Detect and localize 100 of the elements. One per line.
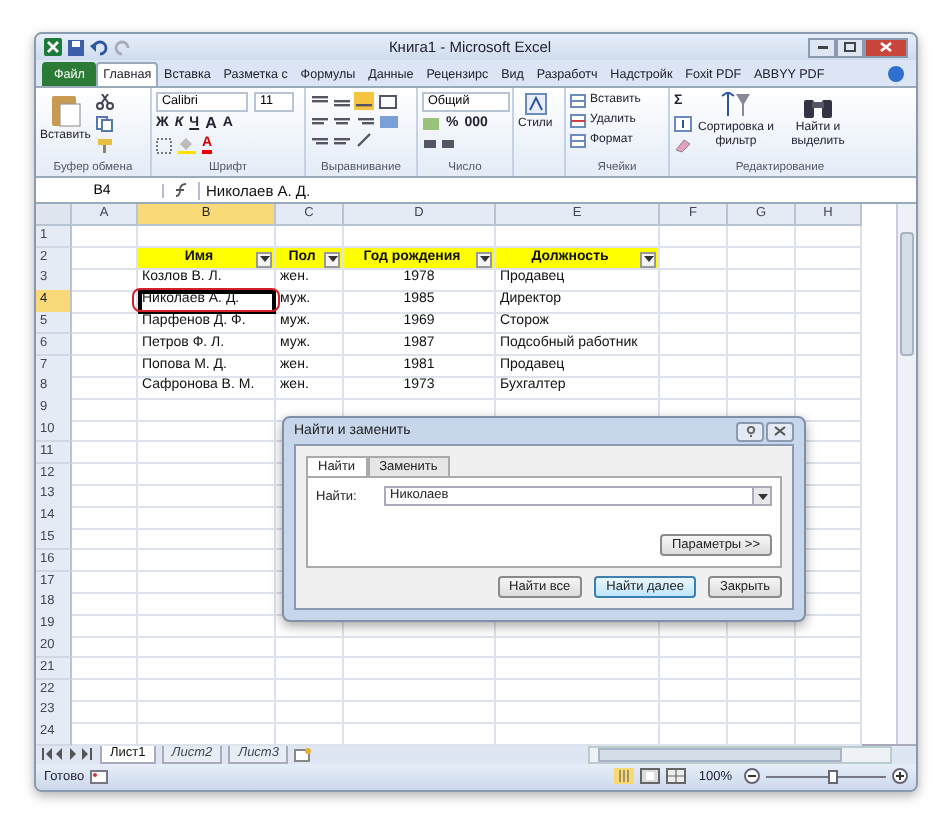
empty-cell <box>276 657 344 681</box>
empty-cell <box>138 592 276 616</box>
filter-dropdown-button[interactable] <box>256 251 272 268</box>
empty-cell <box>660 679 728 703</box>
filter-dropdown-button[interactable] <box>324 251 340 268</box>
empty-cell <box>728 333 796 357</box>
empty-cell <box>728 657 796 681</box>
empty-cell <box>138 700 276 724</box>
empty-cell <box>796 247 862 271</box>
minimize-button[interactable] <box>808 37 836 57</box>
function-icon[interactable] <box>172 182 190 198</box>
zoom-out-icon[interactable] <box>744 768 760 785</box>
decimal-places-icon[interactable] <box>422 136 458 152</box>
close-button[interactable] <box>766 421 794 441</box>
empty-cell <box>660 290 728 314</box>
caret-icon <box>259 256 269 263</box>
styles-icon <box>523 92 548 116</box>
horizontal-scrollbar[interactable] <box>588 745 892 764</box>
vertical-scrollbar[interactable] <box>896 204 916 744</box>
dropdown-arrow-icon[interactable] <box>757 493 767 499</box>
empty-cell <box>796 355 862 379</box>
empty-cell <box>728 311 796 335</box>
sort-filter-icon <box>720 92 752 120</box>
caret-icon <box>643 256 653 263</box>
empty-cell <box>138 463 276 487</box>
empty-cell <box>660 700 728 724</box>
filter-dropdown-button[interactable] <box>640 251 656 268</box>
empty-cell <box>138 657 276 681</box>
empty-cell <box>796 657 862 681</box>
empty-cell <box>660 333 728 357</box>
empty-cell <box>728 700 796 724</box>
empty-cell <box>660 225 728 249</box>
excel-logo-icon <box>44 38 62 56</box>
copy-icon[interactable] <box>96 116 115 132</box>
scissors-icon[interactable] <box>96 94 115 110</box>
save-icon[interactable] <box>68 39 84 55</box>
empty-cell <box>796 268 862 292</box>
close-button[interactable] <box>864 37 908 57</box>
sheet-navigation-icon[interactable] <box>42 748 94 761</box>
grow-font-button[interactable]: A <box>205 116 217 132</box>
cells-icon <box>570 113 586 127</box>
filter-dropdown-button[interactable] <box>476 251 492 268</box>
empty-cell <box>138 571 276 595</box>
empty-cell <box>796 290 862 314</box>
borders-icon[interactable] <box>156 137 172 153</box>
fill-down-icon[interactable] <box>674 116 692 132</box>
maximize-icon[interactable] <box>844 42 856 52</box>
macro-record-icon[interactable] <box>90 769 109 784</box>
empty-cell <box>276 700 344 724</box>
empty-cell <box>796 333 862 357</box>
empty-cell <box>138 398 276 422</box>
empty-cell <box>660 311 728 335</box>
empty-cell <box>728 635 796 659</box>
empty-cell <box>728 290 796 314</box>
help-button[interactable] <box>736 421 764 441</box>
maximize-button[interactable] <box>836 37 864 57</box>
empty-cell <box>138 441 276 465</box>
undo-icon[interactable] <box>90 39 108 55</box>
close-icon[interactable] <box>880 42 892 52</box>
empty-cell <box>728 268 796 292</box>
empty-cell <box>138 506 276 530</box>
empty-cell <box>796 635 862 659</box>
empty-cell <box>138 679 276 703</box>
help-icon[interactable] <box>888 66 904 82</box>
empty-cell <box>138 635 276 659</box>
help-icon <box>745 425 755 437</box>
cells-icon <box>570 133 586 147</box>
empty-cell <box>660 268 728 292</box>
empty-cell <box>796 311 862 335</box>
empty-cell <box>796 225 862 249</box>
empty-cell <box>796 700 862 724</box>
empty-cell <box>276 635 344 659</box>
empty-cell <box>138 484 276 508</box>
eraser-icon[interactable] <box>674 138 692 154</box>
clipboard-icon <box>49 92 82 128</box>
empty-cell <box>138 527 276 551</box>
empty-cell <box>728 225 796 249</box>
fill-color-icon[interactable] <box>178 137 196 153</box>
empty-cell <box>728 355 796 379</box>
empty-cell <box>796 679 862 703</box>
format-painter-icon[interactable] <box>96 138 115 154</box>
zoom-in-icon[interactable] <box>892 768 908 785</box>
minimize-icon[interactable] <box>817 45 827 49</box>
empty-cell <box>138 419 276 443</box>
empty-cell <box>138 549 276 573</box>
zoom-slider-thumb[interactable] <box>827 769 837 784</box>
caret-icon <box>479 256 489 263</box>
cells-icon <box>570 93 586 107</box>
empty-cell <box>728 679 796 703</box>
new-sheet-icon[interactable] <box>294 747 313 762</box>
empty-cell <box>660 635 728 659</box>
page-break-icon[interactable] <box>666 768 687 785</box>
empty-cell <box>728 247 796 271</box>
close-icon <box>774 426 786 436</box>
empty-cell <box>138 614 276 638</box>
empty-cell <box>660 657 728 681</box>
empty-cell <box>276 679 344 703</box>
page-layout-icon[interactable] <box>640 768 661 785</box>
caret-icon <box>327 256 337 263</box>
empty-cell <box>660 355 728 379</box>
